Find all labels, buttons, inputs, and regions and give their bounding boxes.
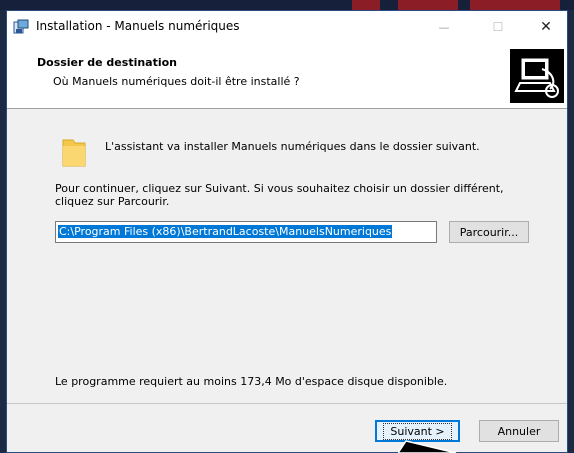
next-button-label: Suivant >: [383, 422, 452, 440]
mouse-cursor-icon: [398, 440, 457, 453]
close-button[interactable]: ✕: [523, 11, 567, 43]
intro-text: L'assistant va installer Manuels numériq…: [105, 140, 480, 153]
desktop-accent: [352, 0, 380, 10]
installer-icon: [13, 19, 29, 35]
computer-install-icon: [510, 49, 564, 103]
instructions-text: Pour continuer, cliquez sur Suivant. Si …: [55, 182, 504, 208]
title-bar[interactable]: Installation - Manuels numériques — ☐ ✕: [7, 11, 567, 43]
page-title: Dossier de destination: [37, 56, 178, 69]
window-title: Installation - Manuels numériques: [36, 19, 240, 33]
maximize-button[interactable]: ☐: [475, 11, 521, 43]
page-subtitle: Où Manuels numériques doit-il être insta…: [53, 75, 300, 88]
minimize-icon: —: [438, 20, 450, 34]
footer-divider: [7, 403, 567, 404]
maximize-icon: ☐: [492, 20, 504, 34]
minimize-button[interactable]: —: [421, 11, 467, 43]
destination-path-value: C:\Program Files (x86)\BertrandLacoste\M…: [58, 225, 393, 238]
page-header: Dossier de destination Où Manuels numéri…: [7, 43, 567, 109]
cancel-button[interactable]: Annuler: [479, 420, 559, 442]
folder-icon: [61, 136, 87, 168]
disk-space-text: Le programme requiert au moins 173,4 Mo …: [55, 375, 448, 388]
destination-path-input[interactable]: C:\Program Files (x86)\BertrandLacoste\M…: [55, 221, 437, 243]
desktop-accent: [470, 0, 560, 10]
installer-window: Installation - Manuels numériques — ☐ ✕ …: [6, 10, 568, 453]
close-icon: ✕: [540, 19, 552, 35]
desktop-accent: [398, 0, 458, 10]
next-button[interactable]: Suivant >: [375, 420, 460, 442]
browse-button[interactable]: Parcourir...: [449, 221, 529, 243]
